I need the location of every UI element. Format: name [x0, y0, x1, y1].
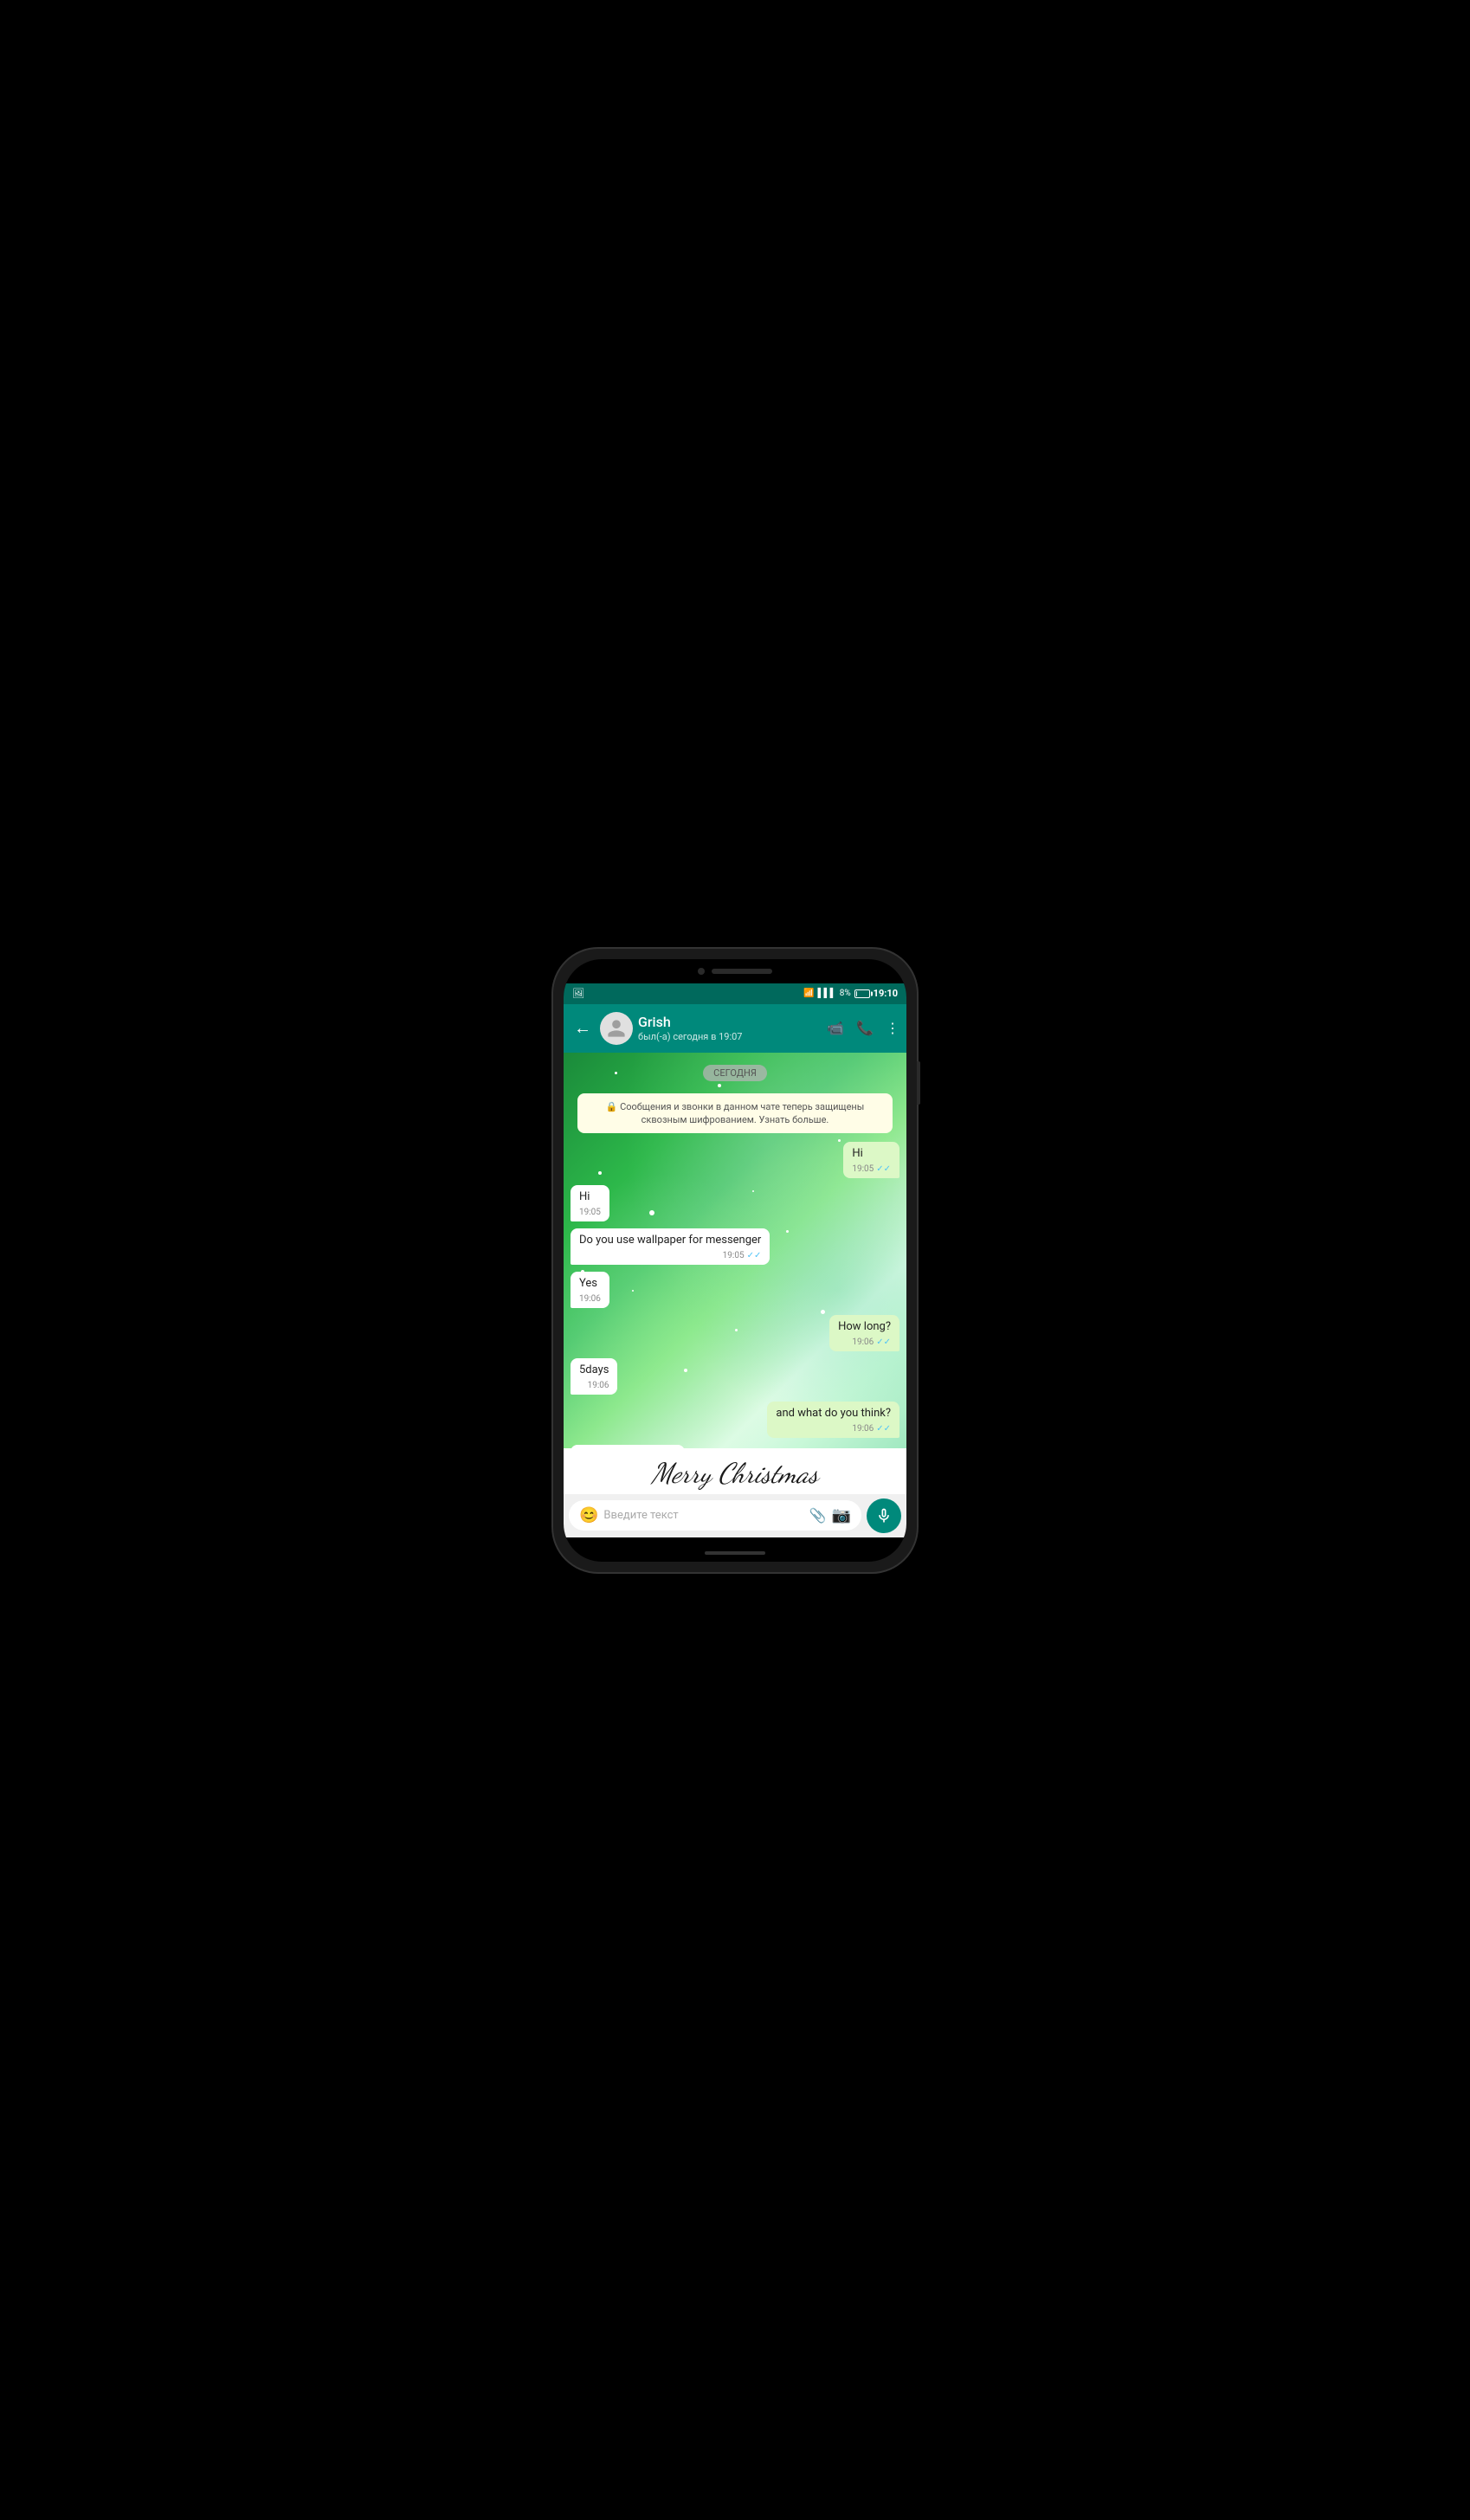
message-bubble: I think it's cool app) 19:07: [571, 1445, 685, 1448]
avatar[interactable]: [600, 1012, 633, 1045]
screen: 🖼 📶 ▌▌▌ 8% 19:10 ←: [564, 983, 906, 1537]
message-row: Do you use wallpaper for messenger 19:05…: [571, 1228, 899, 1265]
emoji-button[interactable]: 😊: [579, 1506, 598, 1524]
header-icons: 📹 📞 ⋮: [827, 1020, 899, 1036]
message-meta: 19:06: [579, 1293, 601, 1305]
christmas-image: Merry Christmas: [564, 1448, 906, 1494]
message-time: 19:05: [852, 1163, 874, 1175]
message-meta: 19:05 ✓✓: [579, 1250, 761, 1261]
message-time: 19:06: [852, 1423, 874, 1434]
message-row: I think it's cool app) 19:07: [571, 1445, 899, 1448]
message-bubble: and what do you think? 19:06 ✓✓: [767, 1402, 899, 1438]
message-text: and what do you think?: [776, 1407, 891, 1420]
input-bar: 😊 Введите текст 📎 📷: [564, 1494, 906, 1537]
date-badge: СЕГОДНЯ: [703, 1065, 767, 1081]
volume-button: [917, 1061, 920, 1105]
message-row: How long? 19:06 ✓✓: [571, 1315, 899, 1351]
message-meta: 19:06 ✓✓: [838, 1337, 891, 1348]
message-ticks: ✓✓: [876, 1163, 891, 1175]
app-header: ← Grish был(-а) сегодня в 19:07 📹 📞 ⋮: [564, 1004, 906, 1053]
message-time: 19:05: [723, 1250, 745, 1261]
status-time: 19:10: [874, 988, 898, 999]
christmas-text: Merry Christmas: [652, 1457, 819, 1490]
battery-icon: [854, 989, 870, 998]
message-ticks: ✓✓: [876, 1337, 891, 1348]
notification-icon: 🖼: [572, 988, 584, 999]
status-right: 📶 ▌▌▌ 8% 19:10: [803, 988, 898, 999]
message-input-placeholder: Введите текст: [603, 1509, 803, 1522]
camera-dot: [698, 968, 705, 975]
phone-bottom-bar: [705, 1551, 765, 1555]
video-call-button[interactable]: 📹: [827, 1020, 844, 1036]
speaker-grille: [712, 969, 772, 974]
message-bubble: 5days 19:06: [571, 1358, 617, 1395]
voice-call-button[interactable]: 📞: [856, 1020, 874, 1036]
message-meta: 19:05: [579, 1207, 601, 1218]
message-meta: 19:05 ✓✓: [852, 1163, 891, 1175]
battery-percent: 8%: [840, 989, 851, 998]
mic-icon: [875, 1507, 893, 1524]
message-row: 5days 19:06: [571, 1358, 899, 1395]
status-left: 🖼: [572, 988, 584, 999]
signal-bars: ▌▌▌: [817, 989, 835, 998]
contact-status: был(-а) сегодня в 19:07: [638, 1031, 822, 1042]
message-time: 19:06: [579, 1293, 601, 1305]
more-options-button[interactable]: ⋮: [886, 1020, 899, 1036]
microphone-button[interactable]: [867, 1498, 901, 1533]
message-bubble: Do you use wallpaper for messenger 19:05…: [571, 1228, 770, 1265]
message-meta: 19:06 ✓✓: [776, 1423, 891, 1434]
message-row: and what do you think? 19:06 ✓✓: [571, 1402, 899, 1438]
contact-info[interactable]: Grish был(-а) сегодня в 19:07: [638, 1014, 822, 1041]
message-ticks: ✓✓: [747, 1250, 762, 1261]
phone-top-bar: [564, 959, 906, 983]
message-ticks: ✓✓: [876, 1423, 891, 1434]
message-row: Hi 19:05: [571, 1185, 899, 1221]
message-bubble: How long? 19:06 ✓✓: [829, 1315, 899, 1351]
message-text: 5days: [579, 1363, 609, 1376]
message-meta: 19:06: [579, 1380, 609, 1391]
back-button[interactable]: ←: [571, 1014, 595, 1042]
status-bar: 🖼 📶 ▌▌▌ 8% 19:10: [564, 983, 906, 1004]
message-bubble: Hi 19:05: [571, 1185, 609, 1221]
phone-device: 🖼 📶 ▌▌▌ 8% 19:10 ←: [553, 949, 917, 1572]
contact-name: Grish: [638, 1014, 822, 1030]
message-text: Hi: [579, 1190, 590, 1203]
wifi-icon: 📶: [803, 989, 814, 998]
chat-area: СЕГОДНЯ 🔒 Сообщения и звонки в данном ча…: [564, 1053, 906, 1448]
message-text: How long?: [838, 1320, 891, 1333]
user-icon: [606, 1018, 627, 1039]
camera-button[interactable]: 📷: [832, 1506, 851, 1524]
message-row: Hi 19:05 ✓✓: [571, 1142, 899, 1178]
encryption-notice: 🔒 Сообщения и звонки в данном чате тепер…: [577, 1093, 893, 1134]
message-time: 19:06: [852, 1337, 874, 1348]
message-input-container[interactable]: 😊 Введите текст 📎 📷: [569, 1500, 861, 1531]
message-time: 19:06: [588, 1380, 609, 1391]
message-text: Do you use wallpaper for messenger: [579, 1234, 761, 1247]
attach-button[interactable]: 📎: [809, 1507, 827, 1524]
message-bubble: Yes 19:06: [571, 1272, 609, 1308]
message-row: Yes 19:06: [571, 1272, 899, 1308]
message-time: 19:05: [579, 1207, 601, 1218]
message-text: Yes: [579, 1277, 597, 1290]
message-text: Hi: [852, 1147, 862, 1160]
phone-screen: 🖼 📶 ▌▌▌ 8% 19:10 ←: [564, 959, 906, 1562]
chat-content: СЕГОДНЯ 🔒 Сообщения и звонки в данном ча…: [564, 1053, 906, 1448]
message-bubble: Hi 19:05 ✓✓: [843, 1142, 899, 1178]
